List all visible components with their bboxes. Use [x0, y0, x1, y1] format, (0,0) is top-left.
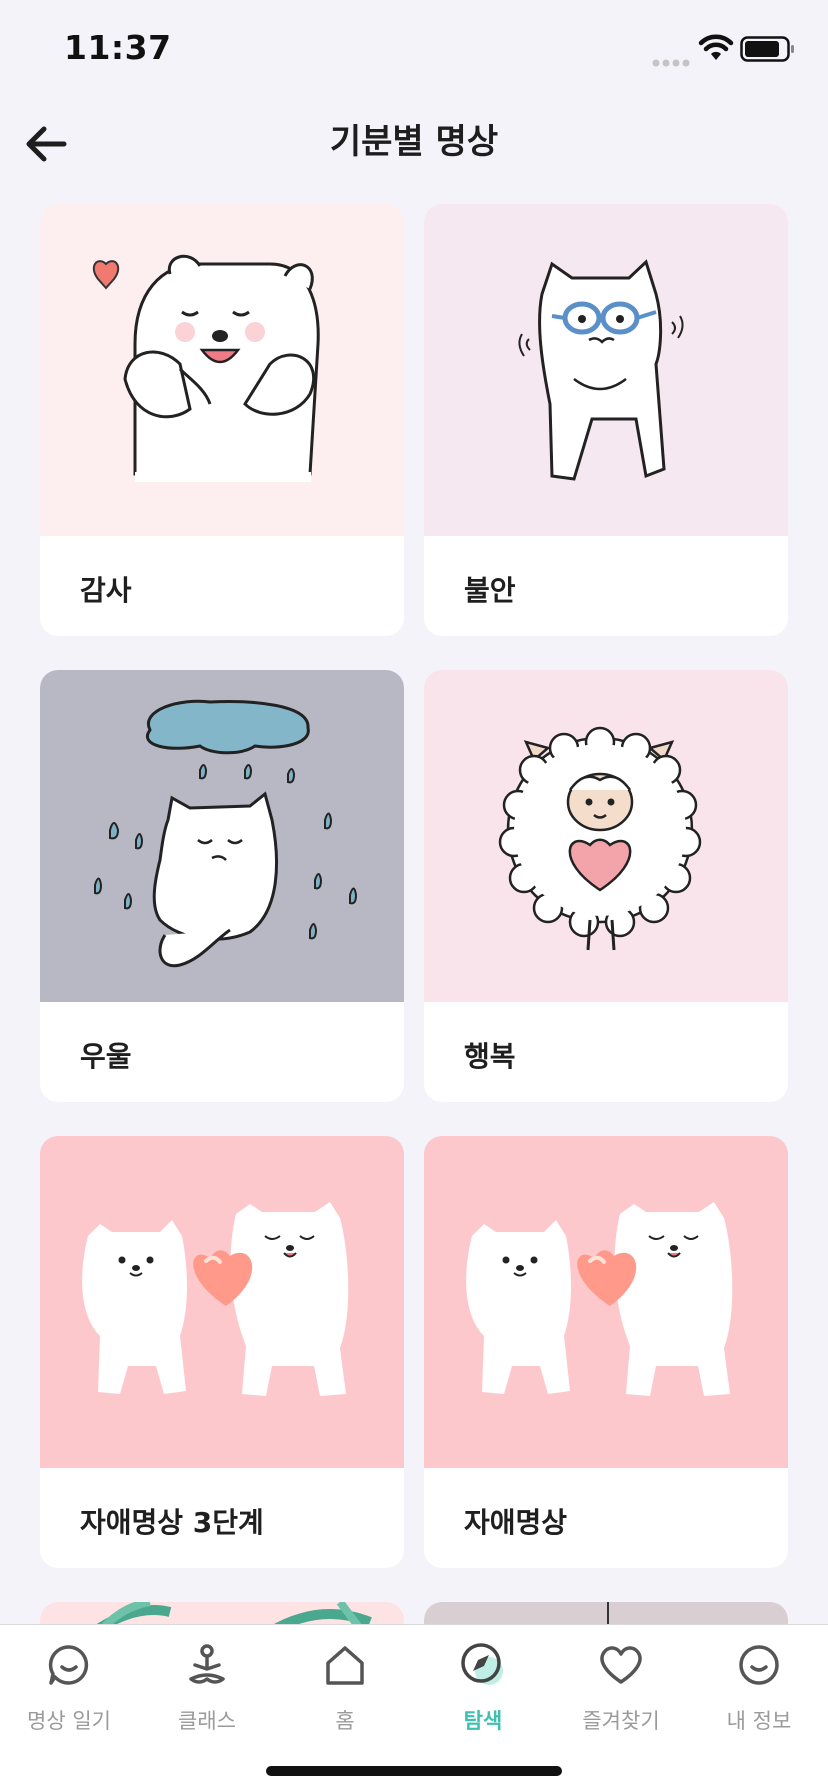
- heart-icon: [552, 1637, 690, 1693]
- sheep-with-heart-icon: [424, 670, 788, 1002]
- mood-card-loving-kindness-3steps[interactable]: 자애명상 3단계: [40, 1136, 404, 1568]
- mood-card-happiness[interactable]: 행복: [424, 670, 788, 1102]
- two-bears-heart-illustration: [40, 1136, 404, 1468]
- meditation-person-icon: [138, 1637, 276, 1693]
- mood-card-label: 불안: [464, 574, 516, 607]
- depression-cat-illustration: [40, 670, 404, 1002]
- tab-favorites[interactable]: 즐겨찾기: [552, 1637, 690, 1747]
- anxiety-cat-icon: [424, 204, 788, 536]
- wifi-icon: [698, 34, 734, 66]
- home-icon: [276, 1637, 414, 1693]
- gratitude-bear-icon: [40, 204, 404, 536]
- status-bar: 11:37: [0, 0, 828, 100]
- mood-card-gratitude[interactable]: 감사: [40, 204, 404, 636]
- two-bears-heart-icon: [424, 1136, 788, 1468]
- tab-explore[interactable]: 탐색: [414, 1637, 552, 1747]
- tab-profile[interactable]: 내 정보: [690, 1637, 828, 1747]
- smile-profile-icon: [690, 1637, 828, 1693]
- compass-icon: [414, 1637, 552, 1693]
- tab-label: 홈: [335, 1709, 355, 1733]
- screen: 11:37 기분별 명상 감사 불안 우울 행복 자애명상 3단계 자애명상 명…: [0, 0, 828, 1792]
- two-bears-heart-icon: [40, 1136, 404, 1468]
- mood-card-anxiety[interactable]: 불안: [424, 204, 788, 636]
- cellular-signal-icon: [652, 52, 692, 71]
- mood-card-label: 감사: [80, 574, 132, 607]
- tab-label: 즐겨찾기: [582, 1709, 660, 1733]
- happiness-sheep-illustration: [424, 670, 788, 1002]
- battery-icon: [740, 36, 796, 66]
- page-title: 기분별 명상: [329, 122, 499, 162]
- mood-card-depression[interactable]: 우울: [40, 670, 404, 1102]
- tab-label: 클래스: [178, 1709, 236, 1733]
- tab-home[interactable]: 홈: [276, 1637, 414, 1747]
- header: 기분별 명상: [0, 100, 828, 190]
- chat-smile-icon: [0, 1637, 138, 1693]
- two-bears-heart-illustration: [424, 1136, 788, 1468]
- tab-label: 내 정보: [726, 1709, 792, 1733]
- mood-card-label: 우울: [80, 1040, 132, 1073]
- mood-card-loving-kindness[interactable]: 자애명상: [424, 1136, 788, 1568]
- anxiety-cat-illustration: [424, 204, 788, 536]
- status-time: 11:37: [64, 28, 172, 67]
- home-indicator[interactable]: [266, 1766, 562, 1776]
- tab-diary[interactable]: 명상 일기: [0, 1637, 138, 1747]
- tab-label: 명상 일기: [27, 1709, 111, 1733]
- mood-card-label: 행복: [464, 1040, 516, 1073]
- gratitude-bear-illustration: [40, 204, 404, 536]
- tab-label: 탐색: [463, 1709, 503, 1733]
- tab-class[interactable]: 클래스: [138, 1637, 276, 1747]
- mood-card-label: 자애명상: [464, 1506, 568, 1539]
- rain-cloud-cat-icon: [40, 670, 404, 1002]
- mood-card-label: 자애명상 3단계: [80, 1506, 264, 1539]
